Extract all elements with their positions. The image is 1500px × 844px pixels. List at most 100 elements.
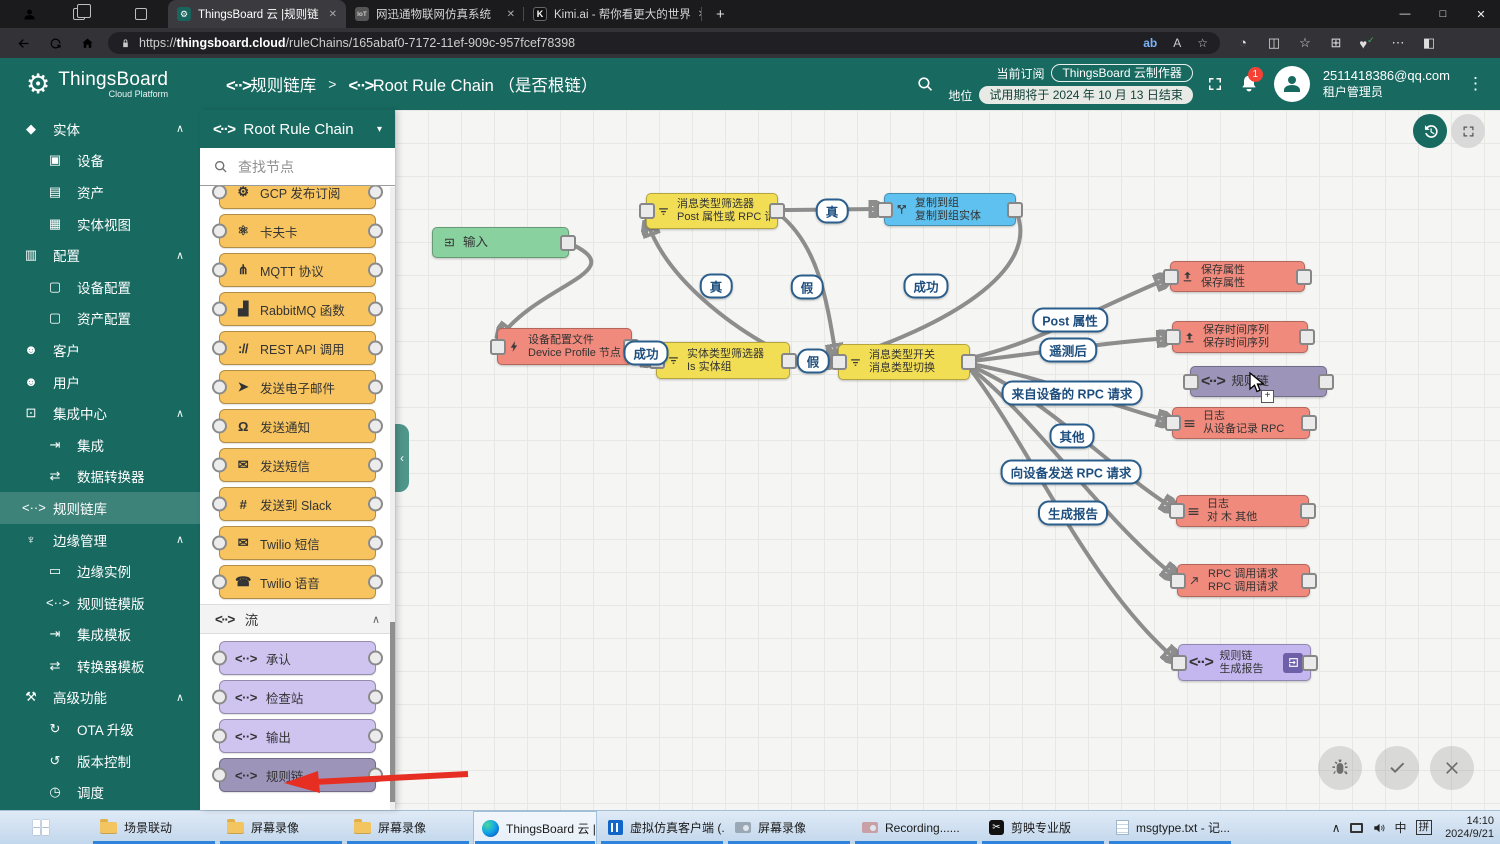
node-message-type-switch[interactable]: 消息类型开关 消息类型切换 — [838, 344, 970, 380]
node-save-attributes[interactable]: 保存属性 保存属性 — [1170, 261, 1305, 292]
rule-chain-canvas[interactable]: 输入 消息类型筛选器Post 属性或 RPC 请求 复制到组复制到组实体 设备配… — [395, 110, 1500, 810]
sidebar-item[interactable]: ⇄ 数据转换器 — [0, 461, 200, 493]
edge-label[interactable]: 成功 — [903, 273, 949, 299]
debug-button[interactable] — [1318, 746, 1362, 790]
tab-kimi[interactable]: K Kimi.ai - 帮你看更大的世界 ✕ — [524, 0, 702, 28]
palette-collapse-handle[interactable]: ‹ — [395, 424, 409, 492]
sidebar-item[interactable]: ⇄ 转换器模板 — [0, 650, 200, 682]
tray-chevron-icon[interactable]: ∧ — [1332, 821, 1341, 835]
copilot-icon[interactable]: ◔ — [1232, 35, 1254, 50]
read-aloud-icon[interactable]: A — [1173, 36, 1181, 50]
palette-scrollbar[interactable] — [390, 187, 395, 810]
browser-essentials-icon[interactable]: ♥✓ — [1356, 35, 1378, 51]
node-input[interactable]: 输入 — [432, 227, 569, 258]
edge-label[interactable]: 真 — [699, 273, 733, 299]
tab-close-icon[interactable]: ✕ — [329, 9, 337, 20]
sidebar-item[interactable]: ↻ OTA 升级 — [0, 713, 200, 745]
palette-node[interactable]: ✉ Twilio 短信 — [219, 526, 376, 560]
sidebar-item[interactable]: ▢ 设备配置 — [0, 271, 200, 303]
edge-label[interactable]: 生成报告 — [1037, 500, 1109, 526]
flow-section-header[interactable]: <··> 流 ∧ — [200, 604, 395, 634]
node-entity-type-filter[interactable]: 实体类型筛选器 Is 实体组 — [656, 342, 790, 379]
clock[interactable]: 14:10 2024/9/21 — [1441, 815, 1494, 841]
sidebar-item[interactable]: <··> 规则链库 — [0, 492, 200, 524]
thingsboard-logo[interactable]: ⚙ ThingsBoard Cloud Platform — [0, 69, 208, 99]
edge-label[interactable]: 真 — [815, 198, 849, 224]
palette-header[interactable]: <··> Root Rule Chain ▾ — [200, 110, 395, 148]
collections-icon[interactable]: ⊞ — [1325, 35, 1347, 51]
start-button[interactable] — [18, 811, 64, 844]
ime-mode[interactable]: 拼 — [1415, 820, 1433, 835]
search-icon[interactable] — [916, 75, 935, 94]
breadcrumb-rulechains-link[interactable]: <··>规则链库 — [226, 72, 316, 96]
palette-node[interactable]: Ω 发送通知 — [219, 409, 376, 443]
edge-label[interactable]: 其他 — [1049, 423, 1095, 449]
sidebar-item[interactable]: ⇥ 集成模板 — [0, 619, 200, 651]
palette-node[interactable]: <··> 承认 — [219, 641, 376, 675]
palette-node[interactable]: ▟ RabbitMQ 函数 — [219, 292, 376, 326]
node-save-timeseries[interactable]: 保存时间序列 保存时间序列 — [1172, 321, 1308, 353]
back-icon[interactable] — [8, 31, 38, 55]
palette-node[interactable]: ☎ Twilio 语音 — [219, 565, 376, 599]
taskbar-app-screen-record-2[interactable]: 屏幕录像 — [346, 811, 470, 844]
sidebar-item[interactable]: ♆ 边缘管理 ∧ — [0, 524, 200, 556]
sidebar-item[interactable]: ↺ 版本控制 — [0, 745, 200, 777]
edge-label[interactable]: 向设备发送 RPC 请求 — [1000, 459, 1142, 485]
edge-label[interactable]: 假 — [790, 274, 824, 300]
split-screen-icon[interactable]: ◫ — [1263, 35, 1285, 51]
reload-icon[interactable] — [40, 31, 70, 55]
sidebar-item[interactable]: ⇥ 集成 — [0, 429, 200, 461]
sidebar-item[interactable]: <··> 规则链模版 — [0, 587, 200, 619]
tab-close-icon[interactable]: ✕ — [698, 9, 702, 20]
sidebar-item[interactable]: ▭ 边缘实例 — [0, 555, 200, 587]
browser-profile-icon[interactable] — [16, 3, 42, 25]
palette-node[interactable]: ⋔ MQTT 协议 — [219, 253, 376, 287]
apply-changes-button[interactable] — [1375, 746, 1419, 790]
address-bar[interactable]: https://thingsboard.cloud/ruleChains/165… — [108, 32, 1220, 54]
palette-node[interactable]: ⚛ 卡夫卡 — [219, 214, 376, 248]
home-icon[interactable] — [72, 31, 102, 55]
maximize-button[interactable]: □ — [1424, 0, 1462, 28]
taskbar-app-jianying[interactable]: ✂ 剪映专业版 — [981, 811, 1105, 844]
palette-node[interactable]: ⚙ GCP 发布订阅 — [219, 186, 376, 209]
scrollbar-thumb[interactable] — [390, 622, 395, 802]
subscription-badge[interactable]: ThingsBoard 云制作器 — [1051, 64, 1193, 82]
chevron-down-icon[interactable]: ▾ — [377, 124, 382, 135]
palette-node[interactable]: <··> 检查站 — [219, 680, 376, 714]
notifications-bell-icon[interactable]: 1 — [1237, 67, 1263, 94]
speaker-icon[interactable] — [1372, 821, 1386, 835]
palette-node[interactable]: :// REST API 调用 — [219, 331, 376, 365]
avatar[interactable] — [1273, 66, 1310, 102]
node-copy-to-group[interactable]: 复制到组 复制到组实体 — [884, 193, 1016, 226]
edge-label[interactable]: 来自设备的 RPC 请求 — [1001, 380, 1143, 406]
node-rule-chain-report[interactable]: <··> 规则链 生成报告 — [1178, 644, 1311, 681]
open-rule-chain-icon[interactable] — [1283, 652, 1303, 673]
translate-icon[interactable]: ab — [1143, 36, 1157, 50]
expand-canvas-button[interactable] — [1451, 114, 1485, 148]
sidebar-item[interactable]: ☻ 客户 — [0, 334, 200, 366]
discard-changes-button[interactable] — [1430, 746, 1474, 790]
edge-label[interactable]: Post 属性 — [1032, 307, 1108, 333]
sidebar-item[interactable]: ▢ 资产配置 — [0, 303, 200, 335]
close-button[interactable]: ✕ — [1462, 0, 1500, 28]
favorite-star-icon[interactable]: ☆ — [1197, 36, 1208, 50]
fullscreen-icon[interactable] — [1206, 75, 1224, 93]
new-tab-button[interactable]: + — [716, 6, 725, 23]
ime-language[interactable]: 中 — [1395, 819, 1407, 836]
network-icon[interactable] — [1349, 822, 1363, 833]
node-message-type-filter[interactable]: 消息类型筛选器Post 属性或 RPC 请求 — [646, 193, 778, 229]
sidebar-item[interactable]: ⚒ 高级功能 ∧ — [0, 682, 200, 714]
edge-label[interactable]: 成功 — [623, 340, 669, 366]
node-device-profile[interactable]: 设备配置文件 Device Profile 节点 — [497, 328, 632, 365]
sidebar-toggle-icon[interactable]: ◧ — [1418, 35, 1440, 51]
taskbar-app-thingsboard[interactable]: ThingsBoard 云 |... — [473, 811, 597, 844]
sidebar-item[interactable]: ◷ 调度 — [0, 776, 200, 808]
taskbar-app-screen-record-1[interactable]: 屏幕录像 — [219, 811, 343, 844]
taskbar-app-sim-client[interactable]: 虚拟仿真客户端 (... — [600, 811, 724, 844]
palette-node[interactable]: <··> 输出 — [219, 719, 376, 753]
taskbar-app-screen-record-3[interactable]: 屏幕录像 — [727, 811, 851, 844]
sidebar-item[interactable]: ☻ 用户 — [0, 366, 200, 398]
sidebar-item[interactable]: ▤ 资产 — [0, 176, 200, 208]
node-log-other[interactable]: 日志对 木 其他 — [1176, 495, 1309, 527]
sidebar-item[interactable]: ⊡ 集成中心 ∧ — [0, 397, 200, 429]
